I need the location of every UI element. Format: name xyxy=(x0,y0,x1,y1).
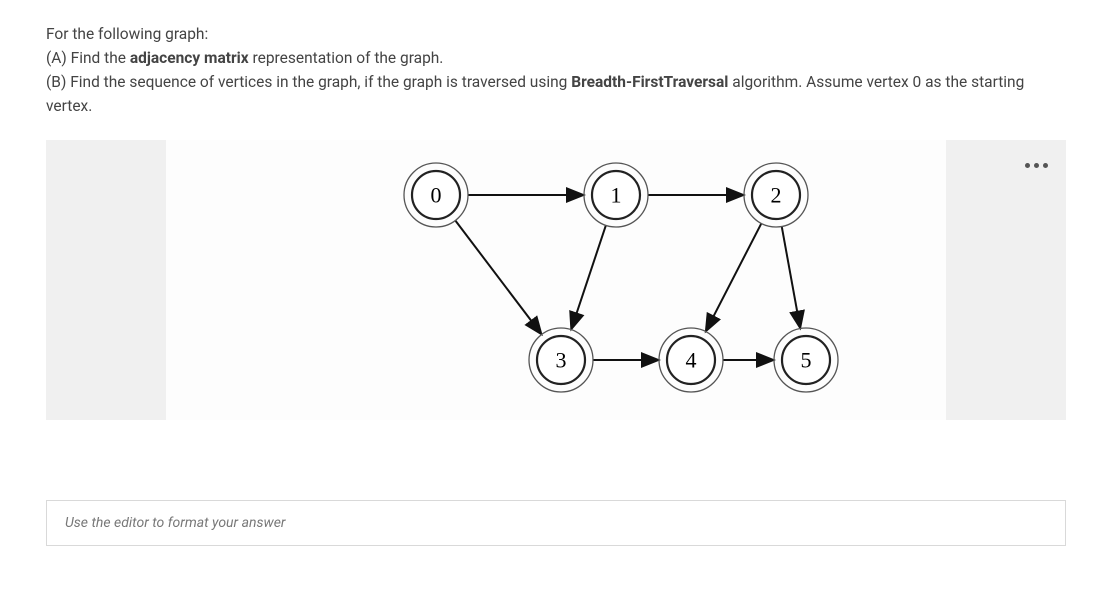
graph-node: 4 xyxy=(659,328,723,392)
node-label: 3 xyxy=(556,348,567,373)
graph-canvas: 0 1 2 3 4 5 xyxy=(166,140,946,420)
node-label: 2 xyxy=(771,183,782,208)
graph-node: 2 xyxy=(744,163,808,227)
node-label: 0 xyxy=(431,183,442,208)
node-label: 4 xyxy=(686,348,697,373)
graph-svg: 0 1 2 3 4 5 xyxy=(166,140,946,420)
graph-edge xyxy=(571,225,606,329)
graph-node: 0 xyxy=(404,163,468,227)
graph-edge xyxy=(455,221,541,335)
node-label: 5 xyxy=(801,348,812,373)
dot-icon xyxy=(1034,163,1039,168)
graph-node: 5 xyxy=(774,328,838,392)
dot-icon xyxy=(1025,163,1030,168)
graph-figure: 0 1 2 3 4 5 xyxy=(46,140,1066,420)
graph-node: 1 xyxy=(584,163,648,227)
dot-icon xyxy=(1043,163,1048,168)
graph-edge xyxy=(782,227,801,329)
graph-edge xyxy=(706,224,762,332)
more-options-button[interactable] xyxy=(1016,150,1056,180)
graph-node: 3 xyxy=(529,328,593,392)
question-part-b: (B) Find the sequence of vertices in the… xyxy=(46,70,1066,118)
answer-editor[interactable]: Use the editor to format your answer xyxy=(46,500,1066,546)
question-text: For the following graph: (A) Find the ad… xyxy=(46,22,1066,118)
question-part-a: (A) Find the adjacency matrix representa… xyxy=(46,46,1066,70)
node-label: 1 xyxy=(611,183,622,208)
editor-placeholder: Use the editor to format your answer xyxy=(65,515,286,531)
question-intro: For the following graph: xyxy=(46,22,1066,46)
